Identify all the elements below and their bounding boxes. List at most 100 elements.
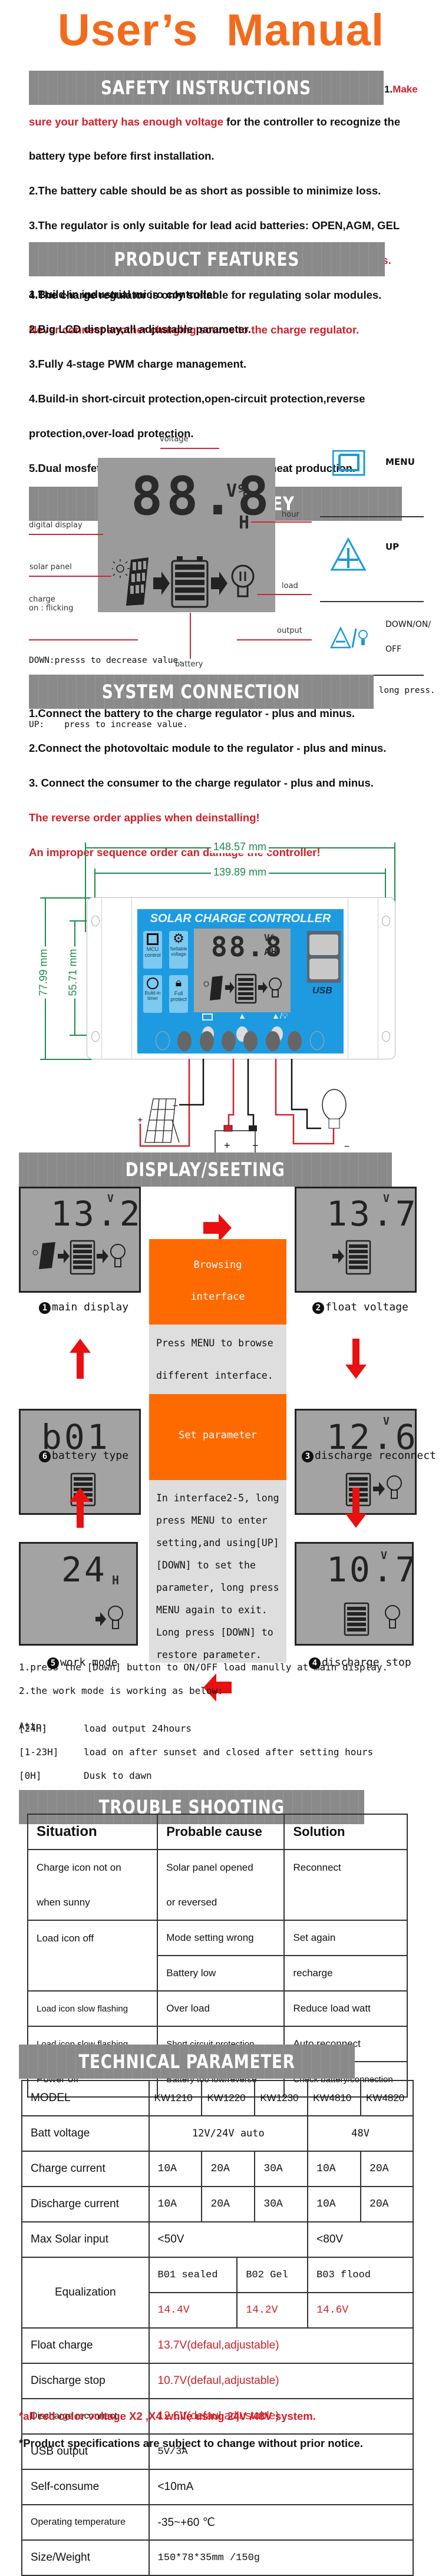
cell-solution: Set again <box>283 1920 408 1956</box>
model-cell: KW1210 <box>148 2080 203 2116</box>
row-label: Batt voltage <box>21 2115 150 2152</box>
bulb-icon <box>110 1244 126 1259</box>
solar-panel-icon <box>126 557 149 606</box>
value-cell: 10A <box>148 2186 203 2222</box>
usb-port[interactable] <box>309 934 338 955</box>
cell-solution: recharge <box>283 1955 408 1992</box>
row-label: Equalization <box>21 2257 150 2329</box>
lcd-unit: V <box>383 1193 391 1205</box>
table-row: Discharge stop 10.7V(defaul,adjustable) <box>21 2363 414 2399</box>
column-header: Situation <box>27 1814 159 1850</box>
terminal-screw <box>156 1031 170 1050</box>
arrow-up-icon <box>70 1488 91 1528</box>
key-label-down: DOWN/ON/OFF <box>385 620 431 654</box>
table-row: Max Solar input <50V <80V <box>21 2221 414 2258</box>
set-parameter-text: In interface2-5, long press MENU to ente… <box>149 1480 286 1663</box>
section-header-features: PRODUCT FEATURES <box>29 242 385 276</box>
arrow-down-icon <box>345 1339 367 1379</box>
terminal-screw <box>310 1031 324 1050</box>
lcd-value: 13.7 <box>326 1194 418 1234</box>
terminal <box>222 1031 236 1051</box>
mount-hole <box>91 916 100 926</box>
value-cell: -35~+60 ℃ <box>148 2504 414 2541</box>
screen-caption: 1 main display <box>39 1301 128 1314</box>
usb-label: USB <box>312 986 332 996</box>
controller-lcd-unit-top: V% <box>264 932 278 943</box>
callout-line <box>237 639 312 640</box>
arrow-right-icon <box>58 1249 70 1263</box>
arrow-down-icon <box>345 1488 367 1528</box>
sun-icon <box>32 1250 38 1256</box>
callout-solar-panel: solar panel <box>29 563 72 572</box>
feature-item: 2.Big LCD display,all adjustable paramet… <box>29 323 251 335</box>
arrow-right-icon <box>332 1249 344 1263</box>
bulb-icon <box>322 1089 347 1129</box>
model-cell: KW1220 <box>201 2080 256 2116</box>
table-row: Size/Weight 150*78*35mm /150g <box>21 2539 414 2576</box>
callout-line <box>190 613 191 659</box>
lcd-unit-top: V% <box>226 481 250 501</box>
work-mode-row: [1-23H] load on after sunset and closed a… <box>19 1746 374 1758</box>
callout-line <box>29 576 111 577</box>
terminal <box>288 1031 302 1051</box>
lcd-unit-hour: H <box>239 513 251 533</box>
dimension-tick <box>40 1059 92 1060</box>
down-onoff-icon: ▲/💡︎ <box>272 1011 288 1021</box>
feature-item: 1.Build-in industrial micro controller. <box>29 288 219 300</box>
key-label-menu: MENU <box>385 457 415 467</box>
title-manual: Manual <box>226 5 385 55</box>
technical-note-red: *all red color voltage X2 ,X4 while usin… <box>19 2410 316 2422</box>
row-label: Size/Weight <box>21 2539 150 2576</box>
equalization-value: 14.6V <box>307 2292 414 2329</box>
table-row: Self-consume <10mA <box>21 2469 414 2505</box>
callout-line <box>29 639 138 640</box>
safety-item-3: 3.The regulator is only suitable for lea… <box>29 219 400 232</box>
cell-solution: Reconnect <box>283 1849 408 1921</box>
batt-voltage-48: 48V <box>307 2115 414 2152</box>
lcd-flow-icons <box>344 1602 400 1636</box>
sun-icon <box>112 559 130 578</box>
callout-voltage: voltage <box>160 435 189 444</box>
work-mode-row: [0H] Dusk to dawn <box>19 1770 152 1781</box>
arrow-right-icon <box>211 572 227 595</box>
column-header: Solution <box>283 1814 408 1850</box>
callout-line <box>160 448 219 449</box>
section-header-technical: TECHNICAL PARAMETER <box>19 2045 355 2079</box>
equalization-value: 14.2V <box>236 2292 309 2329</box>
table-row: Discharge current 10A 20A 30A 10A 20A <box>21 2186 414 2222</box>
connection-item: 3. Connect the consumer to the charge re… <box>29 777 374 789</box>
usb-port[interactable] <box>309 959 338 979</box>
note-up: UP: press to increase value. <box>29 720 188 729</box>
controller-lcd-icons <box>203 973 282 1004</box>
value-cell: 20A <box>360 2151 414 2187</box>
attn-line: 1.press the [Down] button to ON/OFF load… <box>19 1662 388 1673</box>
callout-load: load <box>282 582 298 590</box>
section-header-safety: SAFETY INSTRUCTIONS <box>29 71 384 105</box>
key-divider <box>320 601 424 602</box>
value-cell: <10mA <box>148 2469 414 2505</box>
terminal <box>243 1031 258 1051</box>
lcd-unit: V <box>381 1550 388 1562</box>
equalization-type: B03 flood <box>307 2257 414 2293</box>
safety-item-1-line3: battery type before first installation. <box>29 150 215 162</box>
cell-situation: Load icon slow flashing <box>27 1990 159 2027</box>
lcd-value: 13.2 <box>51 1194 143 1234</box>
mount-hole <box>91 1031 100 1042</box>
model-cell: KW4820 <box>360 2080 414 2116</box>
dimension-outer-width: 148.57 mm <box>211 841 269 853</box>
terminal <box>266 1031 280 1051</box>
feature-tile-settable: ⚙ Settable voltage <box>169 931 188 969</box>
controller-title: SOLAR CHARGE CONTROLLER <box>150 912 331 925</box>
lcd-value: 24 <box>61 1550 107 1590</box>
up-icon <box>330 537 367 571</box>
cell-situation: Charge icon not on when sunny <box>27 1849 159 1921</box>
safety-item-1-line2: sure your battery has enough voltage for… <box>29 115 401 128</box>
dimension-inner-width: 139.89 mm <box>211 866 269 879</box>
technical-note: *Product specifications are subject to c… <box>19 2437 363 2449</box>
model-cell: KW1230 <box>254 2080 309 2116</box>
feature-tile-protect: 🔒︎ Full protect <box>169 975 188 1013</box>
equalization-type: B01 sealed <box>148 2257 238 2293</box>
safety-item-2: 2.The battery cable should be as short a… <box>29 184 381 197</box>
table-row: Load icon off Mode setting wrong Set aga… <box>27 1920 408 1992</box>
model-cell: KW4810 <box>307 2080 362 2116</box>
